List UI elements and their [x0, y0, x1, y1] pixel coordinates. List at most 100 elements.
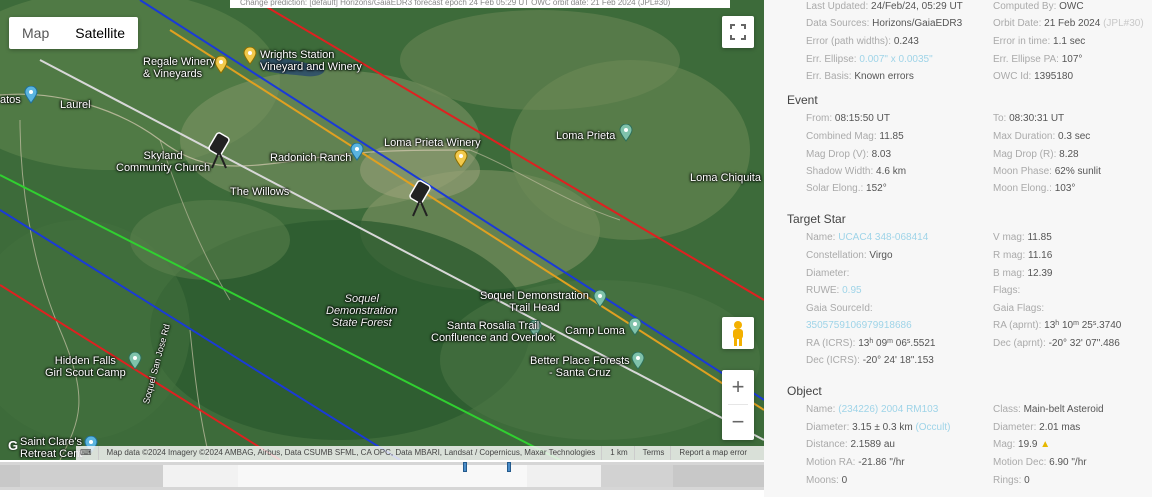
- field-label: Diameter:: [993, 422, 1037, 433]
- max-duration-value: 0.3 sec: [1058, 131, 1091, 142]
- map-label: Loma Chiquita: [690, 172, 761, 184]
- err-basis-value: Known errors: [854, 71, 914, 82]
- warning-icon[interactable]: ▲: [1040, 439, 1050, 450]
- event-section-title: Event: [787, 93, 818, 107]
- timeline-segment: [163, 465, 238, 487]
- map-label: The Willows: [230, 186, 290, 198]
- rings-value: 0: [1024, 475, 1030, 486]
- report-error-link[interactable]: Report a map error: [679, 446, 753, 460]
- orbit-date-value: 21 Feb 2024: [1044, 18, 1101, 29]
- terms-link[interactable]: Terms: [643, 446, 672, 460]
- data-sources-value: Horizons/GaiaEDR3: [872, 18, 963, 29]
- map-label: Saint Clare's Retreat Cent: [20, 436, 83, 460]
- ruwe-value[interactable]: 0.95: [842, 285, 861, 296]
- field-label: Class:: [993, 404, 1021, 415]
- field-label: Combined Mag:: [806, 131, 877, 142]
- street-view-pegman[interactable]: [722, 317, 754, 349]
- field-label: OWC Id:: [993, 71, 1032, 82]
- field-label: Gaia SourceId:: [806, 303, 873, 314]
- map-attribution: ⌨ Map data ©2024 Imagery ©2024 AMBAG, Ai…: [76, 446, 764, 460]
- field-label: Data Sources:: [806, 18, 870, 29]
- time-slider[interactable]: [0, 462, 764, 490]
- map-label: Wrights Station Vineyard and Winery: [260, 49, 362, 73]
- winery-pin-icon[interactable]: [243, 47, 257, 65]
- place-pin-icon[interactable]: [350, 143, 364, 161]
- timeline-start-handle[interactable]: [463, 462, 467, 472]
- fullscreen-icon: [730, 24, 746, 40]
- field-label: Motion Dec:: [993, 457, 1047, 468]
- map-type-satellite-button[interactable]: Satellite: [62, 17, 138, 49]
- map-label: Laurel: [60, 99, 91, 111]
- map-label: Better Place Forests - Santa Cruz: [530, 355, 630, 379]
- timeline-segment: [382, 465, 527, 487]
- event-from-value: 08:15:50 UT: [834, 113, 890, 124]
- observer-telescope-icon[interactable]: [405, 180, 435, 218]
- park-pin-icon[interactable]: [631, 352, 645, 370]
- motion-dec-value: 6.90 "/hr: [1049, 457, 1087, 468]
- owc-id-value: 1395180: [1034, 71, 1074, 82]
- timeline-segment: [20, 465, 163, 487]
- map-view[interactable]: Change prediction: [default] Horizons/Ga…: [0, 0, 764, 460]
- object-diameter-value: 3.15 ± 0.3 km: [852, 422, 913, 433]
- dec-icrs-value: -20° 24' 18".153: [862, 355, 934, 366]
- object-name-link[interactable]: (234226) 2004 RM103: [838, 404, 938, 415]
- park-pin-icon[interactable]: [128, 352, 142, 370]
- target-star-section-title: Target Star: [787, 212, 846, 226]
- b-mag-value: 12.39: [1027, 268, 1053, 279]
- last-updated-value: 24/Feb/24, 05:29 UT: [871, 1, 963, 12]
- map-label: Regale Winery & Vineyards: [143, 56, 216, 80]
- v-mag-value: 11.85: [1027, 232, 1052, 243]
- map-type-map-button[interactable]: Map: [9, 17, 62, 49]
- field-label: Solar Elong.:: [806, 183, 864, 194]
- map-label: Camp Loma: [565, 325, 625, 337]
- pegman-icon: [733, 321, 743, 346]
- winery-pin-icon[interactable]: [214, 56, 228, 74]
- field-label: R mag:: [993, 250, 1026, 261]
- zoom-out-button[interactable]: −: [722, 405, 754, 439]
- field-label: Moon Elong.:: [993, 183, 1052, 194]
- fullscreen-button[interactable]: [722, 16, 754, 48]
- map-label: Skyland Community Church: [116, 150, 211, 174]
- field-label: Diameter:: [806, 422, 850, 433]
- err-ellipse-value[interactable]: 0.007" x 0.0035": [859, 54, 932, 65]
- peak-pin-icon[interactable]: [619, 124, 633, 142]
- map-label: Loma Prieta: [556, 130, 616, 142]
- ra-icrs-value: 13h 09m 06s.5521: [858, 338, 936, 349]
- occult-link[interactable]: (Occult): [915, 422, 950, 433]
- keyboard-shortcuts-icon[interactable]: ⌨: [80, 446, 99, 460]
- field-label: Distance:: [806, 439, 848, 450]
- moon-elong-value: 103°: [1054, 183, 1076, 194]
- star-name-link[interactable]: UCAC4 348-068414: [838, 232, 928, 243]
- park-pin-icon[interactable]: [628, 318, 642, 336]
- timeline-segment: [601, 465, 673, 487]
- field-label: Err. Ellipse:: [806, 54, 857, 65]
- combined-mag-value: 11.85: [879, 131, 904, 142]
- mag-drop-v-value: 8.03: [871, 149, 892, 160]
- field-label: RA (aprnt):: [993, 320, 1042, 331]
- field-label: Diameter:: [806, 268, 850, 279]
- field-label: Mag Drop (R):: [993, 149, 1057, 160]
- map-label: Santa Rosalia Trail Confluence and Overlo…: [431, 320, 556, 344]
- field-label: Name:: [806, 232, 836, 243]
- map-label: atos: [0, 94, 21, 106]
- field-label: Name:: [806, 404, 836, 415]
- moons-value: 0: [841, 475, 848, 486]
- field-label: Err. Basis:: [806, 71, 852, 82]
- satellite-imagery: [0, 0, 764, 460]
- motion-ra-value: -21.86 "/hr: [858, 457, 905, 468]
- park-pin-icon[interactable]: [593, 290, 607, 308]
- map-scale[interactable]: 1 km: [610, 446, 635, 460]
- google-logo: G: [8, 438, 19, 453]
- object-section-title: Object: [787, 384, 822, 398]
- ra-apparent-value: 13h 10m 25s.3740: [1044, 320, 1122, 331]
- field-label: Gaia Flags:: [993, 303, 1045, 314]
- zoom-in-button[interactable]: +: [722, 370, 754, 404]
- winery-pin-icon[interactable]: [454, 150, 468, 168]
- gaia-source-id-link[interactable]: 3505759106979918686: [806, 320, 912, 331]
- error-paths-value: 0.243: [893, 36, 919, 47]
- place-pin-icon[interactable]: [24, 86, 38, 104]
- details-panel: Last Updated: 24/Feb/24, 05:29 UT Comput…: [764, 0, 1152, 497]
- map-label: Loma Prieta Winery: [384, 137, 481, 149]
- event-to-value: 08:30:31 UT: [1009, 113, 1065, 124]
- timeline-end-handle[interactable]: [507, 462, 511, 472]
